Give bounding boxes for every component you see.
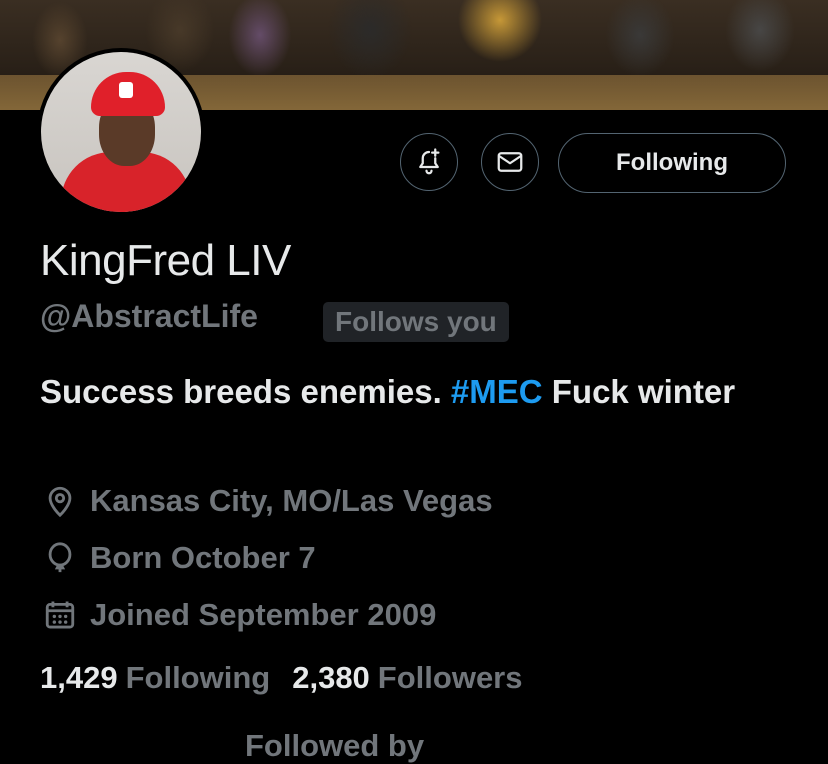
bell-plus-icon [419, 148, 440, 175]
notify-button[interactable] [400, 133, 458, 191]
followed-by-text[interactable]: Followed by [245, 728, 424, 764]
avatar-image [41, 52, 201, 212]
hashtag-link[interactable]: #MEC [451, 373, 543, 410]
user-handle: @AbstractLife [40, 298, 258, 334]
following-button[interactable]: Following [558, 133, 786, 193]
joined-text: Joined September 2009 [90, 597, 437, 632]
avatar[interactable] [37, 48, 205, 216]
joined-row: Joined September 2009 [40, 595, 436, 635]
birthday-text: Born October 7 [90, 540, 316, 575]
envelope-icon [497, 152, 523, 172]
location-pin-icon [40, 481, 80, 521]
follow-stats: 1,429 Following 2,380 Followers [40, 660, 523, 696]
follows-you-badge: Follows you [323, 302, 509, 342]
display-name: KingFred LIV [40, 236, 291, 285]
location-text: Kansas City, MO/Las Vegas [90, 483, 493, 518]
following-stat[interactable]: 1,429 Following [40, 660, 270, 696]
bio-text: Success breeds enemies. [40, 373, 451, 410]
following-count: 1,429 [40, 660, 118, 695]
followers-count: 2,380 [292, 660, 370, 695]
message-button[interactable] [481, 133, 539, 191]
bio-text-end: Fuck winter [542, 373, 736, 410]
followers-label: Followers [377, 660, 523, 695]
birthday-row: Born October 7 [40, 538, 316, 578]
calendar-icon [40, 595, 80, 635]
following-label: Following [125, 660, 271, 695]
location-row: Kansas City, MO/Las Vegas [40, 481, 493, 521]
bio: Success breeds enemies. #MEC Fuck winter [40, 368, 760, 416]
followers-stat[interactable]: 2,380 Followers [292, 660, 522, 696]
balloon-icon [40, 538, 80, 578]
